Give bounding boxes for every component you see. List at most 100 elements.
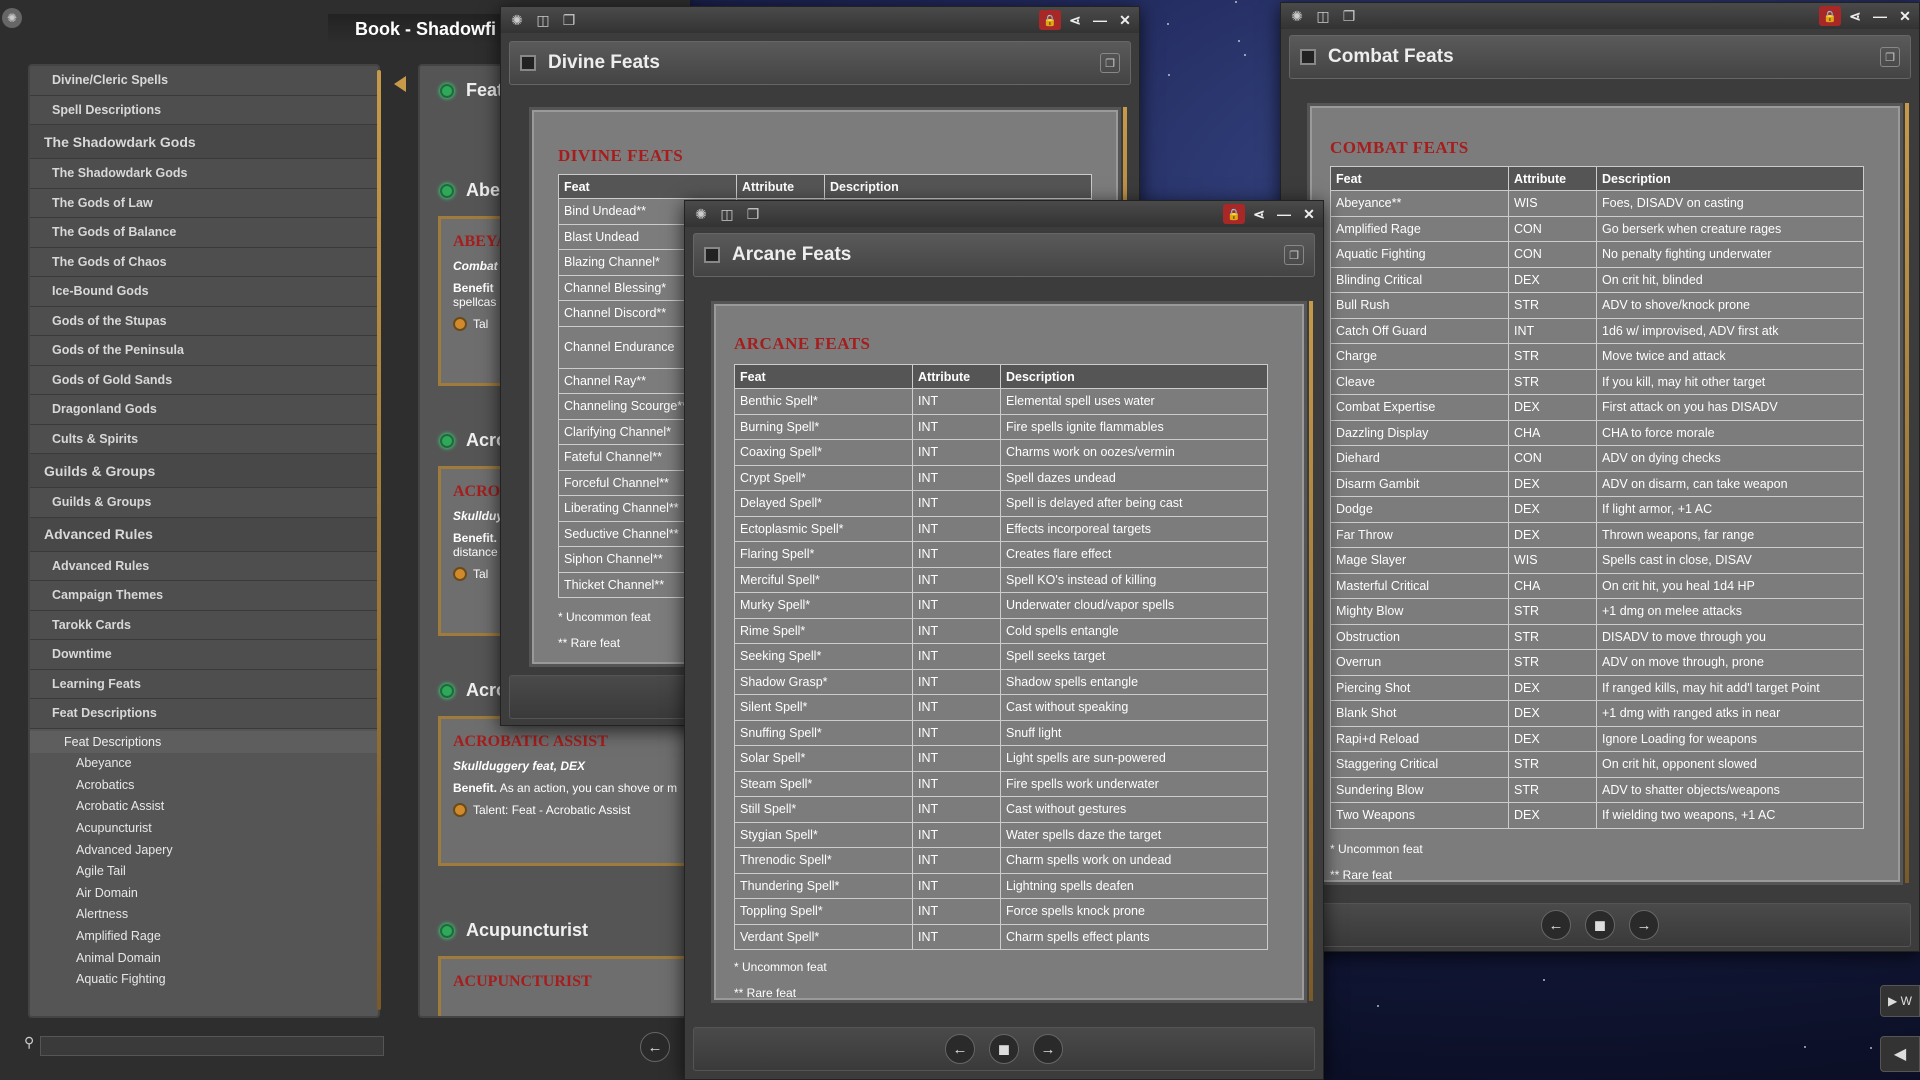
- sidebar-item[interactable]: The Gods of Law: [30, 188, 378, 218]
- sidebar-group-header[interactable]: The Shadowdark Gods: [30, 125, 378, 159]
- feat-name-cell: Amplified Rage: [1330, 215, 1509, 242]
- sidebar-subitem[interactable]: Air Domain: [30, 882, 378, 904]
- sidebar-subitem[interactable]: Advanced Japery: [30, 839, 378, 861]
- star: [1803, 1045, 1806, 1048]
- sidebar-item[interactable]: Campaign Themes: [30, 581, 378, 611]
- sidebar-item[interactable]: Downtime: [30, 640, 378, 670]
- copy-window-icon[interactable]: ❐: [559, 10, 579, 30]
- sidebar-subitem[interactable]: Abeyance: [30, 753, 378, 775]
- feat-name-cell: Crypt Spell*: [734, 464, 913, 491]
- previous-page-button[interactable]: ←: [945, 1034, 975, 1064]
- combat-titlebar[interactable]: ✺ ◫ ❐ 🔒 ⋖ — ✕: [1281, 3, 1919, 29]
- copy-window-icon[interactable]: ❐: [1339, 6, 1359, 26]
- sidebar-subitem[interactable]: Acrobatic Assist: [30, 796, 378, 818]
- divine-titlebar[interactable]: ✺ ◫ ❐ 🔒 ⋖ — ✕: [501, 7, 1139, 33]
- sidebar-group-header[interactable]: Guilds & Groups: [30, 454, 378, 488]
- feat-name-cell: Charge: [1330, 343, 1509, 370]
- close-button[interactable]: ✕: [1298, 204, 1320, 224]
- sidebar-item[interactable]: Divine/Cleric Spells: [30, 66, 378, 96]
- table-row: Overrun STR ADV on move through, prone: [1330, 649, 1864, 676]
- right-tool-collapse[interactable]: ◀: [1880, 1036, 1920, 1072]
- sidebar-item[interactable]: Gods of Gold Sands: [30, 365, 378, 395]
- sidebar-item[interactable]: Dragonland Gods: [30, 395, 378, 425]
- entry-feat[interactable]: Feat: [440, 80, 503, 101]
- feat-name-cell: Delayed Spell*: [734, 490, 913, 517]
- sidebar-subitem[interactable]: Acrobatics: [30, 774, 378, 796]
- lock-icon[interactable]: 🔒: [1223, 204, 1245, 224]
- share-icon[interactable]: ⋖: [1844, 6, 1866, 26]
- arcane-footer: ← ◼ →: [693, 1027, 1315, 1071]
- combat-scrollbar[interactable]: [1905, 103, 1909, 883]
- search-input[interactable]: [40, 1036, 384, 1056]
- arcane-header: Arcane Feats ❐: [693, 233, 1315, 277]
- minimize-button[interactable]: —: [1869, 6, 1891, 26]
- close-button[interactable]: ✕: [1114, 10, 1136, 30]
- sidebar-subitem[interactable]: Alertness: [30, 904, 378, 926]
- description-cell: CHA to force morale: [1596, 419, 1864, 446]
- app-logo-icon[interactable]: ✺: [507, 10, 527, 30]
- sidebar-item[interactable]: Spell Descriptions: [30, 95, 378, 125]
- app-logo-icon[interactable]: ✺: [1287, 6, 1307, 26]
- sidebar-item[interactable]: Feat Descriptions: [30, 699, 378, 729]
- sidebar-scrollbar[interactable]: [377, 70, 381, 1010]
- entry-acupuncturist[interactable]: Acupuncturist: [440, 920, 588, 941]
- sidebar-item[interactable]: Gods of the Peninsula: [30, 336, 378, 366]
- attribute-cell: DEX: [1508, 674, 1597, 701]
- split-view-icon[interactable]: ◫: [533, 10, 553, 30]
- close-button[interactable]: ✕: [1894, 6, 1916, 26]
- copy-window-icon[interactable]: ❐: [743, 204, 763, 224]
- collapse-arrow-icon[interactable]: [394, 76, 406, 92]
- sidebar-subitem[interactable]: Aquatic Fighting: [30, 968, 378, 990]
- book-back-button[interactable]: ←: [640, 1032, 670, 1062]
- sidebar-group-header[interactable]: Advanced Rules: [30, 517, 378, 552]
- share-icon[interactable]: ⋖: [1248, 204, 1270, 224]
- app-logo-icon[interactable]: ✺: [691, 204, 711, 224]
- app-logo-icon[interactable]: ✺: [2, 8, 22, 28]
- minimize-button[interactable]: —: [1273, 204, 1295, 224]
- arcane-titlebar[interactable]: ✺ ◫ ❐ 🔒 ⋖ — ✕: [685, 201, 1323, 227]
- page-home-button[interactable]: ◼: [1585, 910, 1615, 940]
- previous-page-button[interactable]: ←: [1541, 910, 1571, 940]
- sidebar-item-feat-descriptions-expanded[interactable]: Feat Descriptions: [30, 730, 378, 753]
- split-view-icon[interactable]: ◫: [717, 204, 737, 224]
- split-view-icon[interactable]: ◫: [1313, 6, 1333, 26]
- page-home-button[interactable]: ◼: [989, 1034, 1019, 1064]
- attribute-cell: CHA: [1508, 572, 1597, 599]
- sidebar-item[interactable]: The Shadowdark Gods: [30, 159, 378, 189]
- next-page-button[interactable]: →: [1629, 910, 1659, 940]
- popout-icon[interactable]: ❐: [1880, 47, 1900, 67]
- sidebar-item[interactable]: Ice-Bound Gods: [30, 277, 378, 307]
- sidebar-subitem[interactable]: Animal Domain: [30, 947, 378, 969]
- lock-icon[interactable]: 🔒: [1819, 6, 1841, 26]
- table-row: Disarm Gambit DEX ADV on disarm, can take …: [1330, 470, 1864, 497]
- next-page-button[interactable]: →: [1033, 1034, 1063, 1064]
- description-cell: Underwater cloud/vapor spells: [1000, 592, 1268, 619]
- sidebar-item[interactable]: The Gods of Balance: [30, 218, 378, 248]
- sidebar-item[interactable]: Tarokk Cards: [30, 610, 378, 640]
- lock-icon[interactable]: 🔒: [1039, 10, 1061, 30]
- divine-header: Divine Feats ❐: [509, 41, 1131, 85]
- popout-icon[interactable]: ❐: [1284, 245, 1304, 265]
- popout-icon[interactable]: ❐: [1100, 53, 1120, 73]
- sidebar-item[interactable]: The Gods of Chaos: [30, 247, 378, 277]
- sidebar-subitem[interactable]: Acupuncturist: [30, 817, 378, 839]
- sidebar-item[interactable]: Guilds & Groups: [30, 488, 378, 518]
- sidebar-item[interactable]: Cults & Spirits: [30, 424, 378, 454]
- feat-name-cell: Catch Off Guard: [1330, 317, 1509, 344]
- arcane-feats-window: ✺ ◫ ❐ 🔒 ⋖ — ✕ Arcane Feats ❐ ARCANE FEAT…: [684, 200, 1324, 1080]
- sidebar-item[interactable]: Gods of the Stupas: [30, 306, 378, 336]
- table-row: Ectoplasmic Spell* INT Effects incorporeal…: [734, 515, 1268, 542]
- sidebar-item[interactable]: Advanced Rules: [30, 551, 378, 581]
- sidebar-item[interactable]: Learning Feats: [30, 669, 378, 699]
- talent-link[interactable]: Talent: Feat - Acrobatic Assist: [453, 803, 688, 817]
- sidebar-subitem[interactable]: Amplified Rage: [30, 925, 378, 947]
- attribute-cell: INT: [912, 643, 1001, 670]
- right-tool-play[interactable]: ▶ W: [1880, 985, 1920, 1017]
- sidebar-subitem[interactable]: Agile Tail: [30, 860, 378, 882]
- arcane-scrollbar[interactable]: [1309, 301, 1313, 1001]
- feat-name-cell: Obstruction: [1330, 623, 1509, 650]
- minimize-button[interactable]: —: [1089, 10, 1111, 30]
- table-row: Coaxing Spell* INT Charms work on oozes/ve…: [734, 439, 1268, 466]
- share-icon[interactable]: ⋖: [1064, 10, 1086, 30]
- attribute-cell: INT: [912, 796, 1001, 823]
